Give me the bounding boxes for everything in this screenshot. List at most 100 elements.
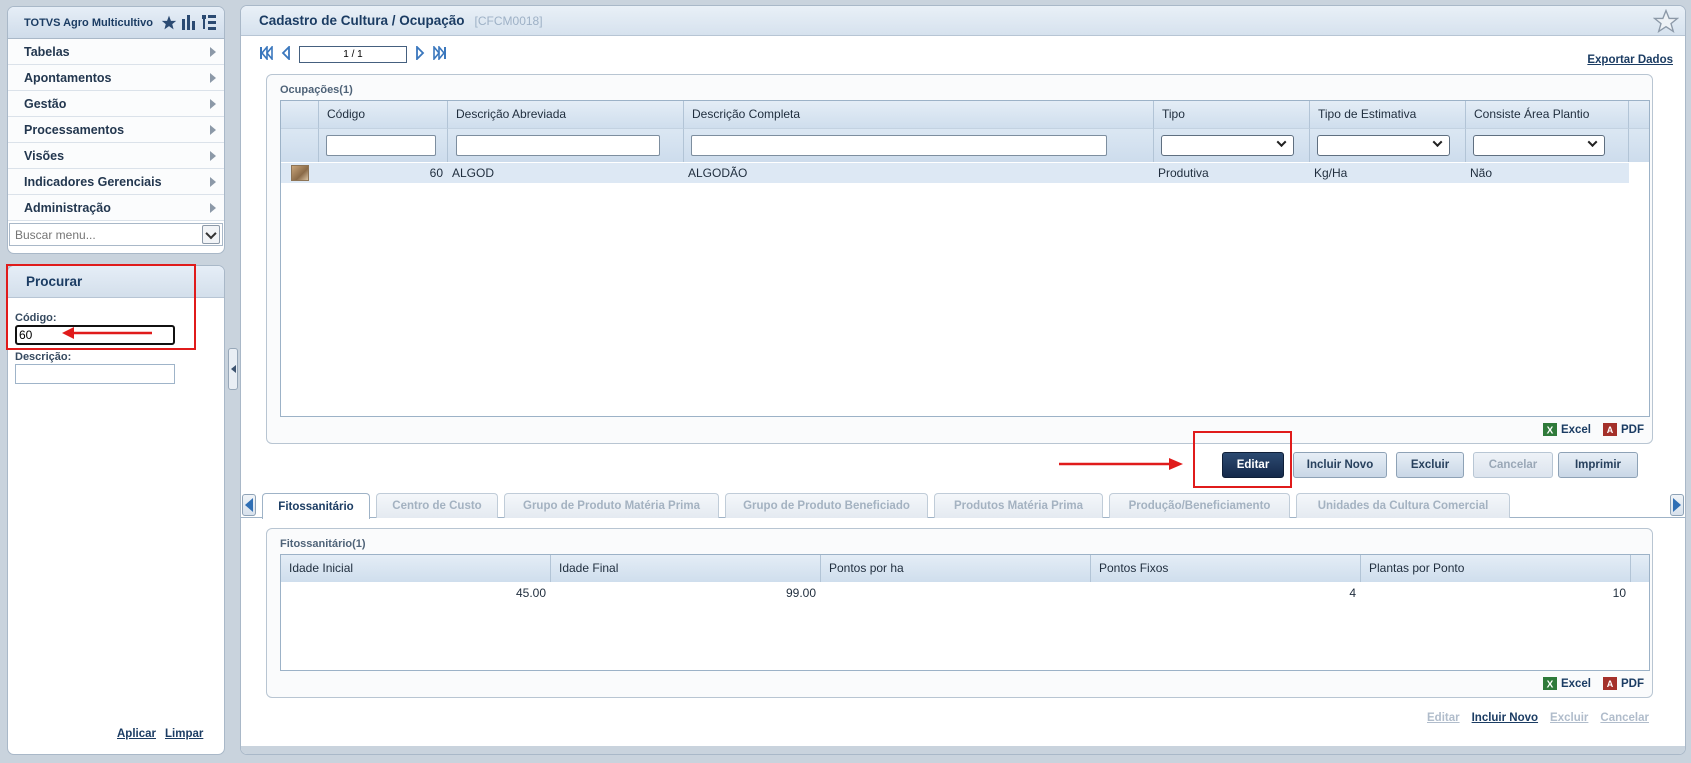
page-indicator[interactable] <box>299 46 407 63</box>
fitossanitario-export: X Excel A PDF <box>1542 677 1644 690</box>
cancelar-button[interactable]: Cancelar <box>1473 452 1553 478</box>
pdf-icon: A <box>1603 677 1617 690</box>
tabs-scroll-left-button[interactable] <box>242 494 256 516</box>
export-excel-link[interactable]: X Excel <box>1542 423 1591 437</box>
bar-chart-icon[interactable] <box>182 15 197 30</box>
descricao-input[interactable] <box>15 364 175 384</box>
arrow-left-icon <box>245 498 253 512</box>
tab-unidades-cultura[interactable]: Unidades da Cultura Comercial <box>1296 493 1510 518</box>
excluir-button[interactable]: Excluir <box>1396 452 1464 478</box>
cell-plantas-por-ponto: 10 <box>1612 586 1626 600</box>
next-page-icon[interactable] <box>415 44 425 63</box>
menu-item-administracao[interactable]: Administração <box>8 195 224 221</box>
column-header-tipo[interactable]: Tipo <box>1154 101 1310 128</box>
chevron-left-icon <box>230 365 236 373</box>
incluir-novo-button[interactable]: Incluir Novo <box>1293 452 1387 478</box>
page-code: [CFCM0018] <box>474 13 543 28</box>
menu-item-label: Tabelas <box>24 44 70 59</box>
menu-item-label: Administração <box>24 200 111 215</box>
tab-produtos-materia-prima[interactable]: Produtos Matéria Prima <box>934 493 1103 518</box>
menu-item-label: Processamentos <box>24 122 125 137</box>
menu-item-gestao[interactable]: Gestão <box>8 91 224 117</box>
tabs-scroll-right-button[interactable] <box>1670 494 1684 516</box>
filter-completa-input[interactable] <box>691 135 1107 156</box>
tab-centro-de-custo[interactable]: Centro de Custo <box>376 493 498 518</box>
footer-strip <box>241 746 1685 754</box>
menu-search-dropdown-button[interactable] <box>202 225 220 244</box>
menu-search <box>9 223 223 246</box>
menu-search-input[interactable] <box>13 226 193 243</box>
main-panel: Cadastro de Cultura / Ocupação [CFCM0018… <box>240 5 1686 755</box>
column-header-plantas-por-ponto[interactable]: Plantas por Ponto <box>1361 555 1631 582</box>
tab-grupo-materia-prima[interactable]: Grupo de Produto Matéria Prima <box>504 493 719 518</box>
column-header-descricao-abreviada[interactable]: Descrição Abreviada <box>448 101 684 128</box>
detail-editar-link[interactable]: Editar <box>1427 712 1460 724</box>
column-header-consiste-area[interactable]: Consiste Área Plantio <box>1466 101 1629 128</box>
detail-incluir-novo-link[interactable]: Incluir Novo <box>1472 712 1538 724</box>
cell-pontos-fixos: 4 <box>1349 586 1356 600</box>
tab-fitossanitario[interactable]: Fitossanitário <box>262 493 370 519</box>
chevron-right-icon <box>210 150 216 161</box>
export-pdf-link[interactable]: A PDF <box>1603 677 1644 690</box>
menu-item-visoes[interactable]: Visões <box>8 143 224 169</box>
filter-cell <box>1466 128 1629 162</box>
svg-text:A: A <box>1607 425 1614 435</box>
column-header-idade-final[interactable]: Idade Final <box>551 555 821 582</box>
clear-link[interactable]: Limpar <box>165 728 203 740</box>
menu-item-processamentos[interactable]: Processamentos <box>8 117 224 143</box>
export-excel-link[interactable]: X Excel <box>1542 677 1591 690</box>
chevron-down-icon <box>1432 137 1443 148</box>
star-icon[interactable] <box>161 15 177 30</box>
chevron-right-icon <box>210 124 216 135</box>
export-data-link[interactable]: Exportar Dados <box>1587 54 1673 66</box>
tree-list-icon[interactable] <box>202 15 216 30</box>
last-page-icon[interactable] <box>433 44 447 63</box>
ocupacoes-section: Ocupações(1) Código Descrição Abreviada … <box>266 74 1653 444</box>
fitossanitario-grid: Idade Inicial Idade Final Pontos por ha … <box>280 554 1650 671</box>
annotation-arrow-right <box>1059 458 1183 470</box>
column-header-idade-inicial[interactable]: Idade Inicial <box>281 555 551 582</box>
page-title: Cadastro de Cultura / Ocupação <box>259 13 465 28</box>
pdf-label: PDF <box>1621 423 1644 436</box>
chevron-right-icon <box>210 202 216 213</box>
filter-estimativa-select[interactable] <box>1317 135 1450 156</box>
filter-cell <box>1310 128 1466 162</box>
filter-consiste-select[interactable] <box>1473 135 1605 156</box>
chevron-right-icon <box>210 98 216 109</box>
prev-page-icon[interactable] <box>281 44 291 63</box>
filter-cell <box>1629 128 1649 162</box>
pdf-icon: A <box>1603 423 1617 436</box>
column-header-descricao-completa[interactable]: Descrição Completa <box>684 101 1154 128</box>
filter-cell <box>448 128 684 162</box>
column-header-spacer <box>1631 555 1649 582</box>
imprimir-button[interactable]: Imprimir <box>1558 452 1638 478</box>
chevron-right-icon <box>210 176 216 187</box>
chevron-down-icon <box>205 227 217 239</box>
cell-completa: ALGODÃO <box>688 166 748 180</box>
menu-item-tabelas[interactable]: Tabelas <box>8 39 224 65</box>
filter-tipo-select[interactable] <box>1161 135 1294 156</box>
collapse-sidebar-handle[interactable] <box>228 348 238 390</box>
detail-excluir-link[interactable]: Excluir <box>1550 712 1588 724</box>
export-pdf-link[interactable]: A PDF <box>1603 423 1644 436</box>
chevron-down-icon <box>1276 137 1287 148</box>
column-header-pontos-por-ha[interactable]: Pontos por ha <box>821 555 1091 582</box>
column-header-pontos-fixos[interactable]: Pontos Fixos <box>1091 555 1361 582</box>
menu-item-apontamentos[interactable]: Apontamentos <box>8 65 224 91</box>
excel-icon: X <box>1542 423 1557 437</box>
cell-idade-final: 99.00 <box>785 586 816 600</box>
column-header-tipo-estimativa[interactable]: Tipo de Estimativa <box>1310 101 1466 128</box>
excel-label: Excel <box>1560 677 1591 690</box>
tab-grupo-beneficiado[interactable]: Grupo de Produto Beneficiado <box>725 493 928 518</box>
menu-item-indicadores[interactable]: Indicadores Gerenciais <box>8 169 224 195</box>
header-icons <box>161 15 216 30</box>
favorite-star-icon[interactable] <box>1652 8 1680 36</box>
first-page-icon[interactable] <box>259 44 273 63</box>
detail-cancelar-link[interactable]: Cancelar <box>1600 712 1649 724</box>
tab-producao-beneficiamento[interactable]: Produção/Beneficiamento <box>1109 493 1290 518</box>
apply-link[interactable]: Aplicar <box>117 728 156 740</box>
svg-text:X: X <box>1547 426 1554 437</box>
filter-abreviada-input[interactable] <box>456 135 660 156</box>
column-header-codigo[interactable]: Código <box>319 101 448 128</box>
filter-codigo-input[interactable] <box>326 135 436 156</box>
